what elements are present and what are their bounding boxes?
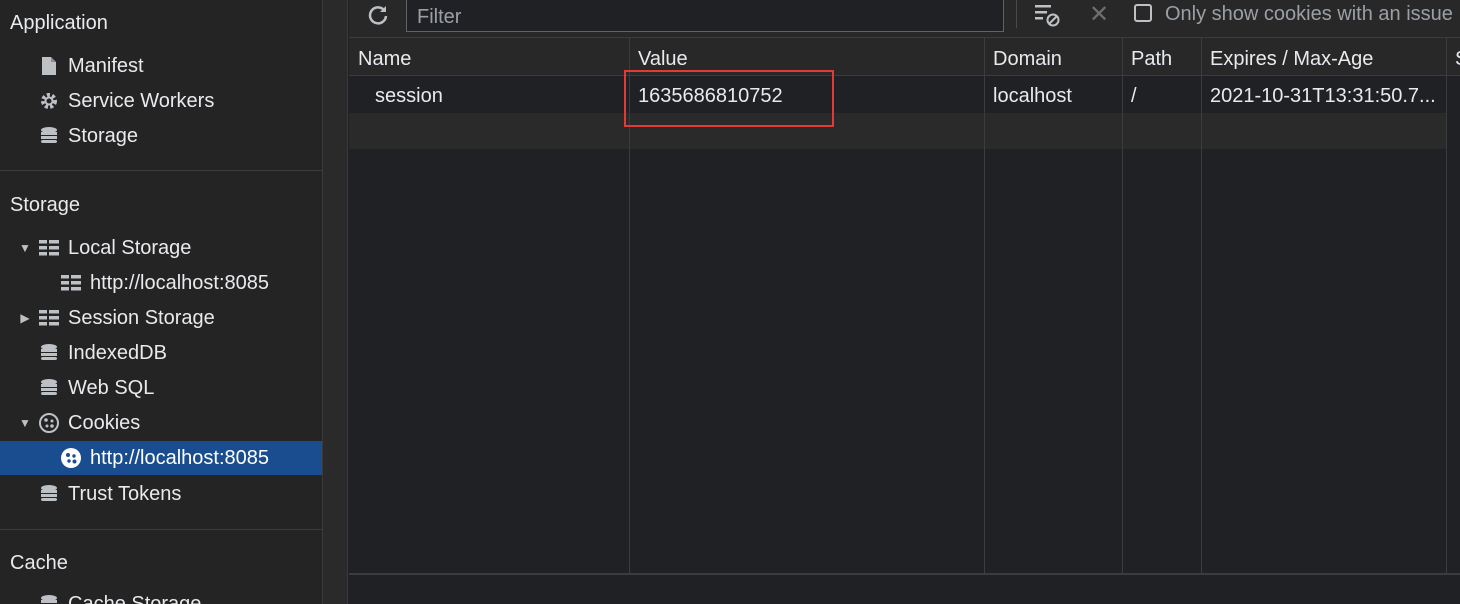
column-header-value[interactable]: Value <box>638 38 983 76</box>
table-bottom-border <box>349 573 1460 575</box>
sidebar-item-indexeddb[interactable]: IndexedDB <box>0 336 322 370</box>
expanded-arrow-icon[interactable]: ▼ <box>18 416 32 430</box>
column-header-size[interactable]: S <box>1455 38 1460 76</box>
column-header-expires[interactable]: Expires / Max-Age <box>1210 38 1447 76</box>
sidebar-item-manifest[interactable]: Manifest <box>0 49 322 83</box>
filter-field[interactable] <box>406 0 1004 32</box>
sidebar-item-local-storage-origin[interactable]: http://localhost:8085 <box>0 266 322 300</box>
sidebar-item-label: http://localhost:8085 <box>90 271 270 294</box>
sidebar-item-label: Storage <box>68 124 139 147</box>
cell-domain: localhost <box>993 85 1072 107</box>
cell-value: 1635686810752 <box>638 85 783 107</box>
sidebar-item-trust-tokens[interactable]: Trust Tokens <box>0 477 322 511</box>
section-header-cache: Cache <box>10 552 68 574</box>
collapsed-arrow-icon[interactable]: ▶ <box>18 311 32 325</box>
sidebar-item-storage[interactable]: Storage <box>0 119 322 153</box>
only-issues-checkbox[interactable] <box>1134 4 1152 22</box>
clear-filtered-cookies-icon[interactable] <box>1033 2 1063 30</box>
cookies-toolbar: ✕ Only show cookies with an issue <box>349 0 1460 38</box>
column-header-path[interactable]: Path <box>1131 38 1201 76</box>
column-header-domain[interactable]: Domain <box>993 38 1121 76</box>
database-icon <box>38 125 60 147</box>
sidebar-item-label: Local Storage <box>68 236 192 259</box>
sidebar-item-label: IndexedDB <box>68 341 167 364</box>
table-header: Name Value Domain Path Expires / Max-Age… <box>349 38 1460 76</box>
clear-all-cookies-icon[interactable]: ✕ <box>1089 0 1109 29</box>
sidebar-item-label: Manifest <box>68 54 144 77</box>
section-divider <box>0 170 322 171</box>
filter-input[interactable] <box>415 2 989 32</box>
column-divider[interactable] <box>1446 38 1447 573</box>
section-header-application: Application <box>10 12 108 34</box>
column-divider[interactable] <box>629 38 630 573</box>
database-icon <box>38 483 60 505</box>
sidebar: Application Manifest Service Workers Sto… <box>0 0 322 604</box>
database-icon <box>38 377 60 399</box>
sidebar-item-service-workers[interactable]: Service Workers <box>0 84 322 118</box>
column-header-name[interactable]: Name <box>358 38 628 76</box>
section-header-storage: Storage <box>10 194 81 216</box>
cookies-table: Name Value Domain Path Expires / Max-Age… <box>349 38 1460 604</box>
cookie-icon <box>60 447 82 469</box>
column-divider[interactable] <box>1122 38 1123 573</box>
column-divider[interactable] <box>1201 38 1202 573</box>
sidebar-item-cookies[interactable]: ▼ Cookies <box>0 406 322 440</box>
sidebar-item-label: Web SQL <box>68 376 155 399</box>
file-icon <box>38 55 60 77</box>
gear-icon <box>38 90 60 112</box>
cookie-icon <box>38 412 60 434</box>
only-issues-label: Only show cookies with an issue <box>1165 3 1453 25</box>
sidebar-item-cookies-origin[interactable]: http://localhost:8085 <box>0 441 322 475</box>
sidebar-item-label: Trust Tokens <box>68 482 182 505</box>
table-row-empty[interactable] <box>349 113 1447 149</box>
sidebar-item-local-storage[interactable]: ▼ Local Storage <box>0 231 322 265</box>
database-icon <box>38 593 60 604</box>
section-divider <box>0 529 322 530</box>
grid-icon <box>38 307 60 329</box>
sidebar-item-label: Cache Storage <box>68 592 202 604</box>
sidebar-item-label: Session Storage <box>68 306 215 329</box>
refresh-icon[interactable] <box>367 4 391 28</box>
sidebar-item-web-sql[interactable]: Web SQL <box>0 371 322 405</box>
sidebar-item-label: http://localhost:8085 <box>90 446 270 469</box>
table-row[interactable]: session 1635686810752 localhost / 2021-1… <box>349 77 1447 113</box>
toolbar-divider <box>1016 0 1017 28</box>
sidebar-item-label: Cookies <box>68 411 141 434</box>
cell-expires: 2021-10-31T13:31:50.7... <box>1210 85 1436 107</box>
sidebar-item-session-storage[interactable]: ▶ Session Storage <box>0 301 322 335</box>
expanded-arrow-icon[interactable]: ▼ <box>18 241 32 255</box>
sidebar-item-label: Service Workers <box>68 89 215 112</box>
column-divider[interactable] <box>984 38 985 573</box>
grid-icon <box>60 272 82 294</box>
cell-path: / <box>1131 85 1137 107</box>
cell-name: session <box>375 85 443 107</box>
sidebar-item-cache-storage[interactable]: Cache Storage <box>0 587 322 604</box>
database-icon <box>38 342 60 364</box>
sidebar-splitter[interactable] <box>322 0 348 604</box>
grid-icon <box>38 237 60 259</box>
